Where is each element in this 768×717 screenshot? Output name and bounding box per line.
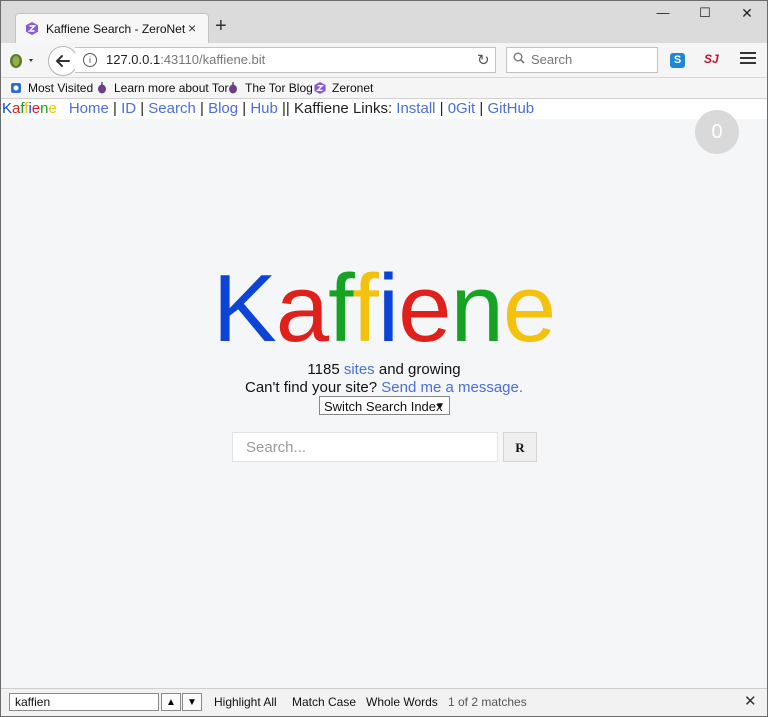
nav-hub-link[interactable]: Hub bbox=[250, 100, 278, 117]
nav-double-separator: || bbox=[277, 100, 294, 117]
match-case-button[interactable]: Match Case bbox=[292, 695, 356, 709]
nav-0git-link[interactable]: 0Git bbox=[448, 100, 476, 117]
back-arrow-icon bbox=[55, 55, 70, 67]
logo-letter: e bbox=[398, 255, 451, 362]
brand-letter: e bbox=[31, 100, 41, 117]
web-search-input[interactable] bbox=[529, 51, 653, 68]
site-info-icon[interactable]: i bbox=[83, 53, 97, 67]
tab-close-icon[interactable]: × bbox=[188, 20, 196, 36]
find-close-icon[interactable]: ✕ bbox=[744, 692, 757, 710]
new-tab-button[interactable]: + bbox=[215, 16, 227, 36]
nav-links-label: Kaffiene Links: bbox=[294, 100, 393, 117]
kaffiene-logo: Kaffiene bbox=[1, 259, 767, 359]
nav-separator: | bbox=[238, 100, 251, 117]
sj-extension-icon[interactable]: SJ bbox=[704, 52, 722, 68]
zeronet-favicon-icon bbox=[26, 22, 38, 35]
page-content: Kaffiene Home | ID | Search | Blog | Hub … bbox=[1, 99, 767, 688]
title-bar: Kaffiene Search - ZeroNet × + — ☐ ✕ bbox=[1, 1, 767, 43]
random-search-button[interactable]: R bbox=[503, 432, 537, 462]
logo-letter: n bbox=[450, 255, 503, 362]
tor-onion-menu-icon[interactable] bbox=[7, 51, 37, 69]
bookmark-label: Zeronet bbox=[332, 81, 374, 95]
bookmark-label: Learn more about Tor bbox=[114, 81, 229, 95]
brand-logo-small[interactable]: Kaffiene bbox=[2, 100, 57, 117]
bookmarks-toolbar: Most Visited Learn more about Tor The To… bbox=[1, 78, 767, 99]
skype-extension-icon[interactable]: S bbox=[670, 53, 685, 68]
tab-title: Kaffiene Search - ZeroNet bbox=[46, 22, 186, 36]
bookmark-learn-more-tor[interactable]: Learn more about Tor bbox=[96, 81, 229, 95]
nav-home-link[interactable]: Home bbox=[69, 100, 109, 117]
send-message-link[interactable]: Send me a message. bbox=[381, 379, 523, 396]
sites-link[interactable]: sites bbox=[344, 361, 375, 378]
find-previous-button[interactable]: ▲ bbox=[161, 693, 181, 711]
find-next-button[interactable]: ▼ bbox=[182, 693, 202, 711]
brand-letter: K bbox=[2, 100, 13, 117]
find-match-status: 1 of 2 matches bbox=[448, 695, 527, 709]
most-visited-icon bbox=[11, 83, 21, 93]
bookmark-label: Most Visited bbox=[28, 81, 94, 95]
tor-onion-icon bbox=[98, 82, 106, 94]
navigation-toolbar: i 127.0.0.1:43110/kaffiene.bit ↻ S SJ bbox=[1, 43, 767, 78]
search-icon bbox=[513, 52, 525, 64]
browser-window: Kaffiene Search - ZeroNet × + — ☐ ✕ i 12… bbox=[0, 0, 768, 717]
whole-words-button[interactable]: Whole Words bbox=[366, 695, 438, 709]
close-window-button[interactable]: ✕ bbox=[727, 5, 767, 25]
tab-kaffiene-search[interactable]: Kaffiene Search - ZeroNet × bbox=[16, 14, 208, 43]
find-input[interactable] bbox=[9, 693, 159, 711]
nav-search-link[interactable]: Search bbox=[148, 100, 196, 117]
site-nav: Kaffiene Home | ID | Search | Blog | Hub … bbox=[1, 99, 767, 119]
logo-letter: a bbox=[275, 255, 329, 362]
nav-separator: | bbox=[435, 100, 448, 117]
zeronet-icon bbox=[314, 82, 326, 94]
maximize-button[interactable]: ☐ bbox=[685, 5, 725, 25]
url-path: :43110/kaffiene.bit bbox=[160, 52, 266, 67]
nav-separator: | bbox=[195, 100, 209, 117]
site-count: 1185 bbox=[307, 361, 340, 378]
highlight-all-button[interactable]: Highlight All bbox=[214, 695, 277, 709]
nav-github-link[interactable]: GitHub bbox=[487, 100, 534, 117]
find-bar: ▲ ▼ Highlight All Match Case Whole Words… bbox=[1, 688, 767, 716]
nav-install-link[interactable]: Install bbox=[396, 100, 435, 117]
logo-letter: K bbox=[212, 255, 277, 362]
nav-id-link[interactable]: ID bbox=[121, 100, 136, 117]
tor-onion-icon bbox=[229, 82, 237, 94]
back-button[interactable] bbox=[48, 46, 78, 76]
logo-letter: f bbox=[328, 255, 353, 362]
logo-letter: f bbox=[352, 255, 379, 362]
bookmark-most-visited[interactable]: Most Visited bbox=[10, 81, 93, 95]
brand-letter: e bbox=[48, 100, 57, 117]
hamburger-menu-icon[interactable] bbox=[740, 52, 756, 66]
nav-separator: | bbox=[475, 100, 488, 117]
search-index-select[interactable]: Switch Search Index ▼ bbox=[319, 396, 450, 415]
kaffiene-search-input[interactable] bbox=[232, 432, 498, 462]
bookmark-zeronet[interactable]: Zeronet bbox=[314, 81, 373, 95]
help-line: Can't find your site? Send me a message. bbox=[1, 379, 767, 396]
nav-blog-link[interactable]: Blog bbox=[208, 100, 238, 117]
nav-separator: | bbox=[108, 100, 122, 117]
site-count-suffix: and growing bbox=[378, 361, 461, 378]
zeronet-corner-badge[interactable]: 0 bbox=[695, 110, 739, 154]
chevron-up-icon: ▲ bbox=[166, 697, 176, 708]
site-count-line: 1185 sites and growing bbox=[1, 361, 767, 378]
url-host: 127.0.0.1 bbox=[106, 52, 161, 67]
chevron-down-icon: ▼ bbox=[435, 401, 445, 412]
web-search-bar[interactable] bbox=[506, 47, 658, 73]
search-index-selected: Switch Search Index bbox=[324, 399, 443, 414]
nav-separator: | bbox=[136, 100, 149, 117]
url-text[interactable]: 127.0.0.1:43110/kaffiene.bit bbox=[106, 52, 265, 67]
reload-icon[interactable]: ↻ bbox=[477, 51, 490, 69]
help-prefix: Can't find your site? bbox=[244, 379, 378, 396]
chevron-down-icon: ▼ bbox=[187, 697, 197, 708]
bookmark-tor-blog[interactable]: The Tor Blog bbox=[227, 81, 313, 95]
bookmark-label: The Tor Blog bbox=[245, 81, 313, 95]
url-bar[interactable]: i 127.0.0.1:43110/kaffiene.bit ↻ bbox=[75, 47, 496, 73]
logo-letter: i bbox=[377, 255, 399, 362]
minimize-button[interactable]: — bbox=[643, 5, 683, 25]
logo-letter: e bbox=[502, 255, 556, 362]
